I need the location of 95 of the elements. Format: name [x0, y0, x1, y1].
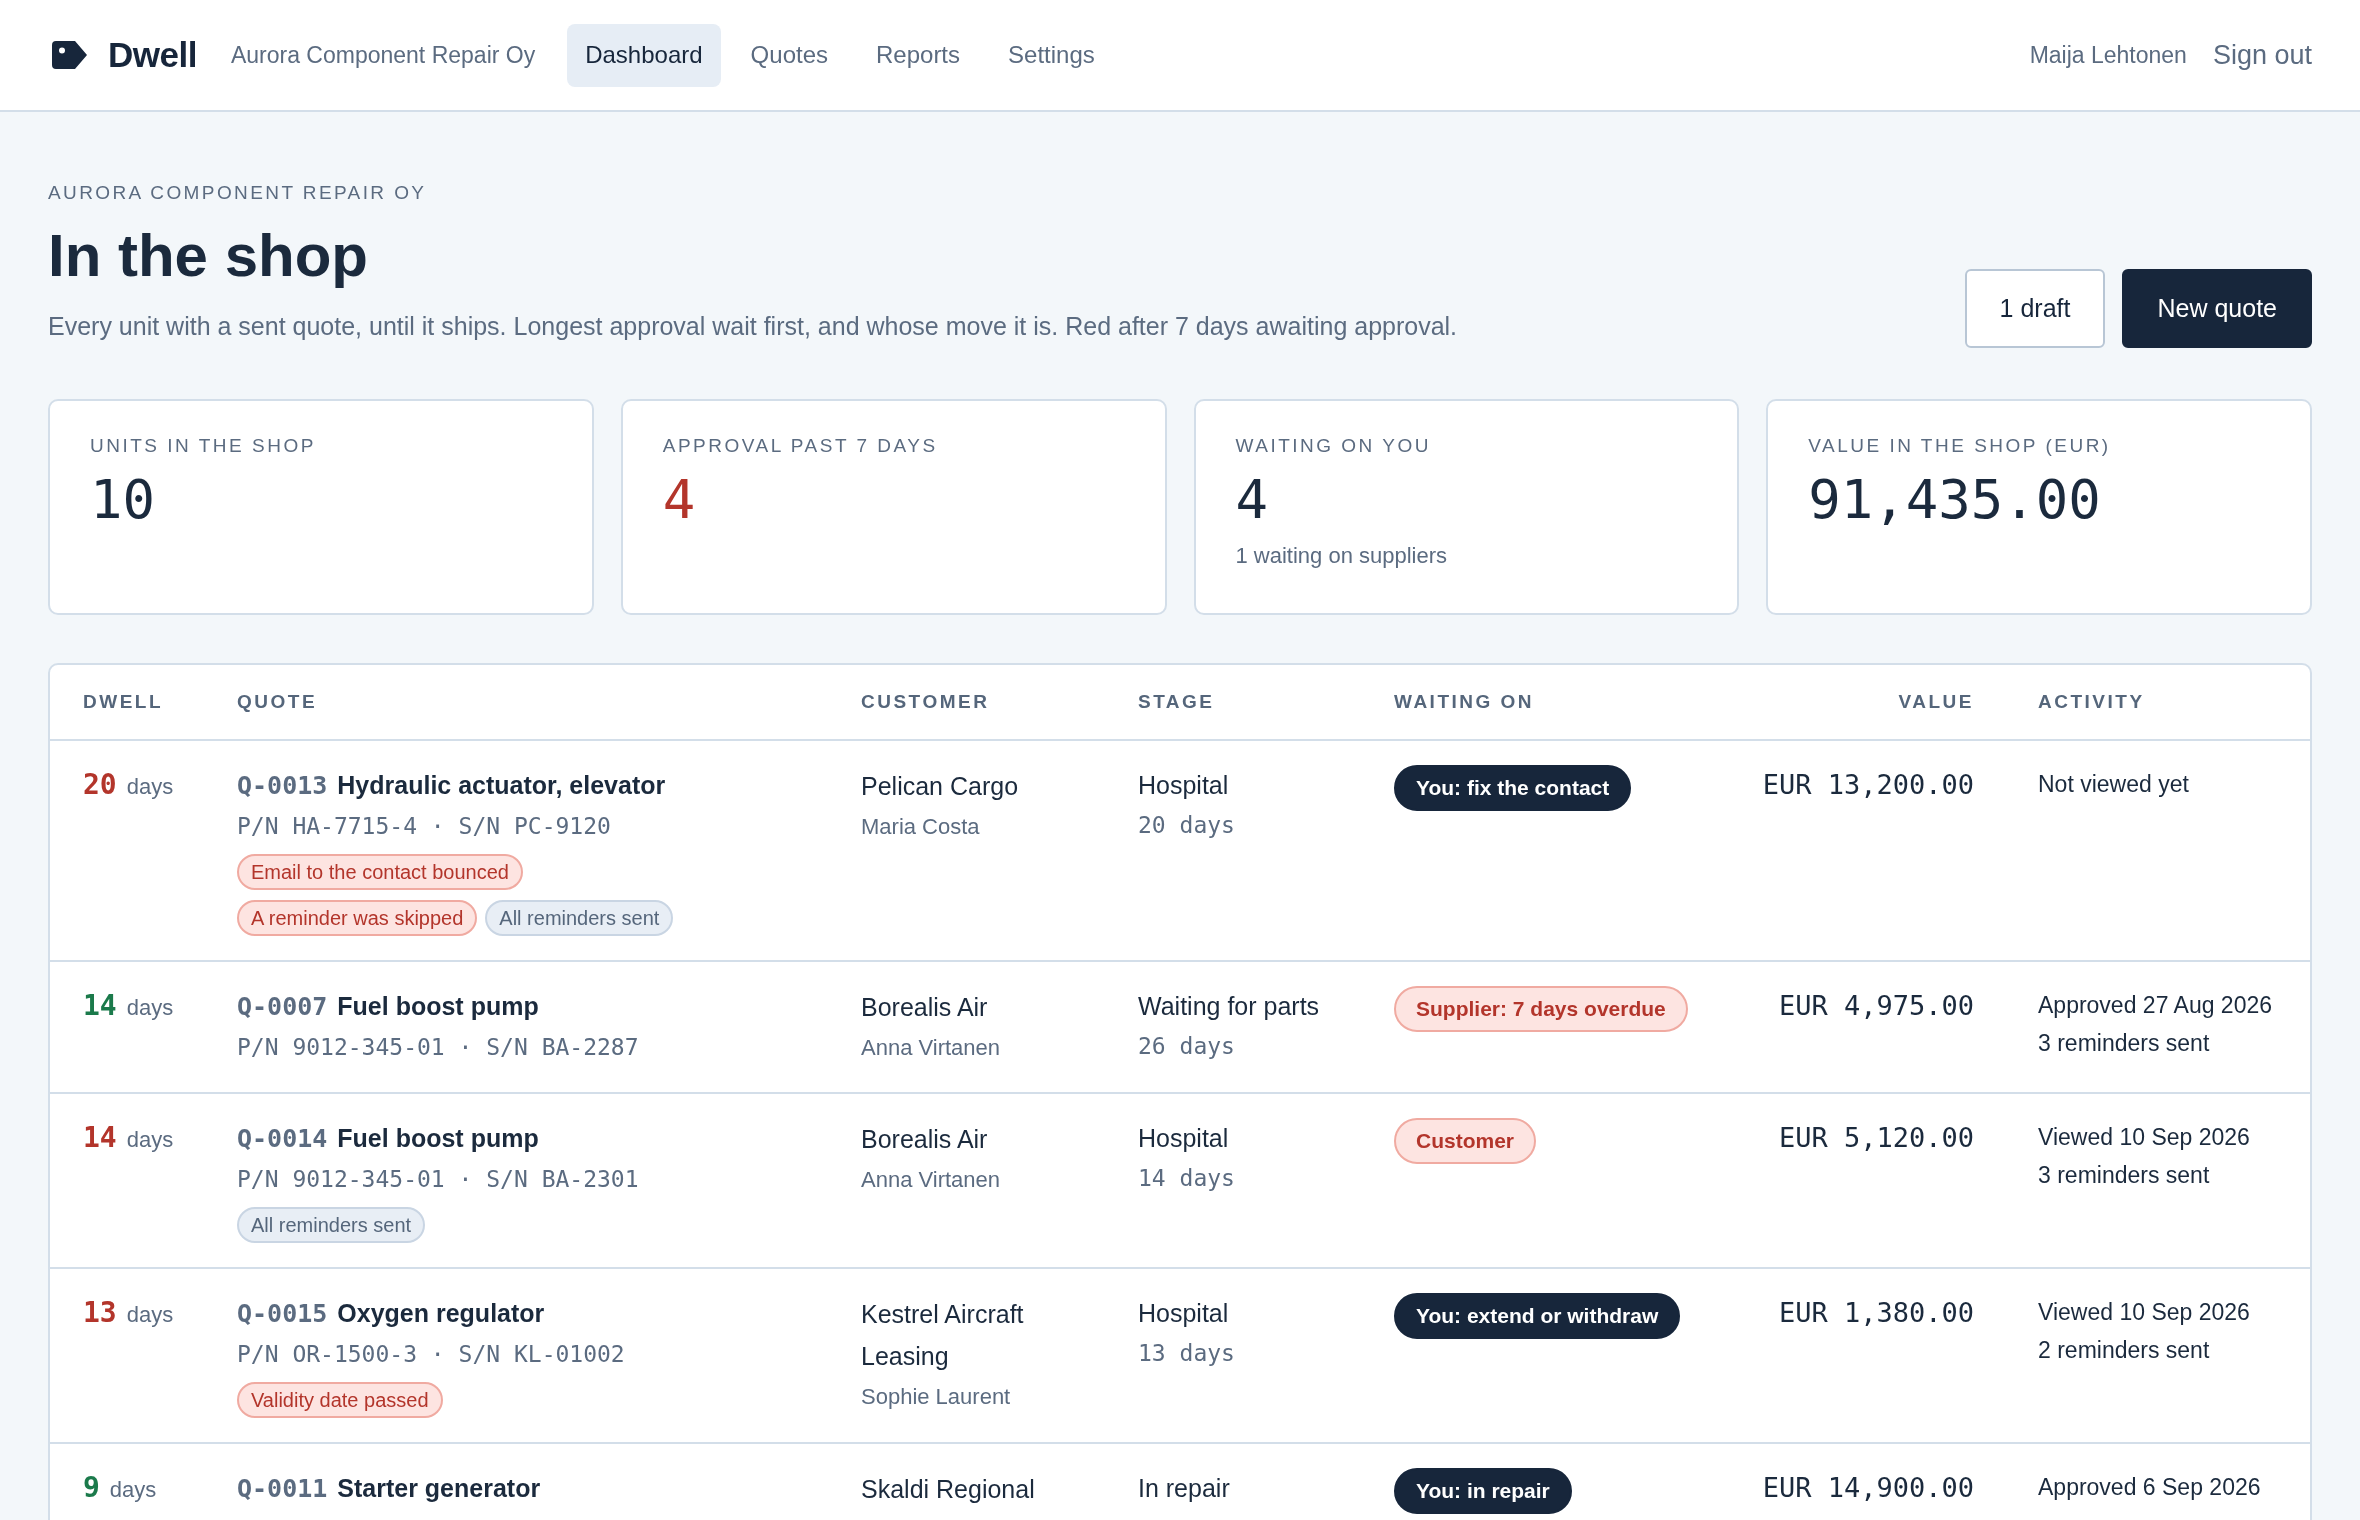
stage-duration: 14 days: [1138, 1164, 1236, 1193]
waiting-on-tag: You: in repair: [1394, 1468, 1572, 1514]
quote-value: EUR 4,975.00: [1778, 989, 1974, 1023]
nav-tab[interactable]: Dashboard: [567, 23, 721, 87]
flag-tag: A reminder was skipped: [237, 900, 478, 936]
page-description: Every unit with a sent quote, until it ships. Longest approval wait first, and whose move it is. Red after 7 days awaiting approval.: [48, 311, 1458, 341]
stage-name: Hospital: [1138, 1298, 1230, 1329]
waiting-on-tag: You: extend or withdraw: [1394, 1293, 1681, 1339]
dwell-days: 9: [83, 1468, 100, 1508]
new-quote-button[interactable]: New quote: [2122, 269, 2312, 348]
sign-out-link[interactable]: Sign out: [2212, 39, 2312, 71]
waiting-on-tag: You: fix the contact: [1394, 765, 1632, 811]
activity-text: Viewed 10 Sep 2026: [2038, 1298, 2251, 1327]
activity-text: 3 reminders sent: [2038, 1161, 2211, 1190]
activity-text: Approved 27 Aug 2026: [2038, 991, 2274, 1020]
serial-numbers: P/N HA-7715-4 · S/N PC-9120: [237, 812, 612, 841]
stat-value: 4: [662, 469, 697, 531]
flag-tag: Email to the contact bounced: [237, 854, 523, 890]
customer-name: Borealis Air: [861, 992, 989, 1023]
dwell-days: 14: [83, 1118, 117, 1158]
flag-tag: All reminders sent: [485, 900, 674, 936]
stage-duration: 26 days: [1138, 1032, 1236, 1061]
brand-name: Dwell: [108, 35, 197, 75]
quote-id: Q-0013: [237, 770, 328, 802]
stage-name: In repair: [1138, 1473, 1231, 1504]
stat-label: WAITING ON YOU: [1235, 435, 1432, 457]
user-name: Maija Lehtonen: [2029, 41, 2187, 69]
contact-name: Sophie Laurent: [861, 1383, 1012, 1411]
dwell-days: 13: [83, 1293, 117, 1333]
column-header: ACTIVITY: [2038, 691, 2145, 712]
stat-label: UNITS IN THE SHOP: [90, 435, 317, 457]
stage-name: Waiting for parts: [1138, 991, 1321, 1022]
dwell-days: 20: [83, 765, 117, 805]
stat-note: 1 waiting on suppliers: [1235, 543, 1449, 569]
quote-value: EUR 14,900.00: [1762, 1471, 1974, 1505]
serial-numbers: P/N 9012-345-01 · S/N BA-2287: [237, 1033, 640, 1062]
column-header: WAITING ON: [1394, 691, 1535, 712]
stage-duration: 20 days: [1138, 811, 1236, 840]
page-title: In the shop: [48, 223, 369, 289]
serial-numbers: P/N 9012-345-01 · S/N BA-2301: [237, 1165, 640, 1194]
quote-id: Q-0007: [237, 991, 328, 1023]
stage-name: Hospital: [1138, 1123, 1230, 1154]
quote-id: Q-0014: [237, 1123, 328, 1155]
quote-item: Starter generator: [337, 1473, 541, 1504]
nav-tab[interactable]: Quotes: [732, 23, 846, 87]
activity-text: 3 reminders sent: [2038, 1029, 2211, 1058]
flag-tag: All reminders sent: [237, 1207, 426, 1243]
quote-item: Fuel boost pump: [337, 1123, 539, 1154]
stat-value: 91,435.00: [1808, 469, 2102, 531]
contact-name: Anna Virtanen: [861, 1166, 1002, 1194]
column-header: VALUE: [1898, 691, 1974, 712]
page-eyebrow: AURORA COMPONENT REPAIR OY: [48, 182, 428, 204]
customer-name: Borealis Air: [861, 1124, 989, 1155]
stage-duration: 13 days: [1138, 1339, 1236, 1368]
quote-item: Fuel boost pump: [337, 991, 539, 1022]
tag-icon: [52, 41, 88, 69]
flag-tag: Validity date passed: [237, 1382, 443, 1418]
quote-id: Q-0015: [237, 1298, 328, 1330]
column-header: CUSTOMER: [861, 691, 990, 712]
dwell-unit: days: [126, 994, 174, 1022]
nav-tab[interactable]: Settings: [990, 23, 1113, 87]
nav-tab[interactable]: Reports: [858, 23, 979, 87]
waiting-on-tag: Customer: [1394, 1118, 1537, 1164]
quote-value: EUR 1,380.00: [1778, 1296, 1974, 1330]
waiting-on-tag: Supplier: 7 days overdue: [1394, 986, 1688, 1032]
activity-text: Viewed 10 Sep 2026: [2038, 1123, 2251, 1152]
activity-text: Approved 6 Sep 2026: [2038, 1473, 2262, 1502]
contact-name: Anna Virtanen: [861, 1034, 1002, 1062]
dwell-unit: days: [126, 1126, 174, 1154]
drafts-button[interactable]: 1 draft: [1964, 269, 2106, 348]
stage-name: Hospital: [1138, 770, 1230, 801]
stat-value: 4: [1235, 469, 1269, 531]
quote-item: Oxygen regulator: [337, 1298, 545, 1329]
quote-id: Q-0011: [237, 1473, 328, 1505]
dwell-unit: days: [126, 1301, 174, 1329]
column-header: QUOTE: [237, 691, 318, 712]
stat-value: 10: [90, 469, 157, 531]
dwell-days: 14: [83, 986, 117, 1026]
contact-name: Maria Costa: [861, 813, 981, 841]
column-header: STAGE: [1138, 691, 1215, 712]
column-header: DWELL: [83, 691, 164, 712]
quote-item: Hydraulic actuator, elevator: [337, 770, 666, 801]
company-name: Aurora Component Repair Oy: [230, 41, 536, 69]
quote-value: EUR 5,120.00: [1778, 1121, 1974, 1155]
activity-text: Not viewed yet: [2038, 770, 2190, 799]
dwell-unit: days: [109, 1476, 157, 1504]
stat-label: VALUE IN THE SHOP (EUR): [1808, 435, 2112, 457]
customer-name: Pelican Cargo: [861, 771, 1020, 802]
quote-value: EUR 13,200.00: [1762, 768, 1974, 802]
customer-name: Kestrel Aircraft Leasing: [861, 1299, 1025, 1372]
stat-label: APPROVAL PAST 7 DAYS: [662, 435, 939, 457]
serial-numbers: P/N OR-1500-3 · S/N KL-01002: [237, 1340, 626, 1369]
activity-text: 2 reminders sent: [2038, 1336, 2211, 1365]
customer-name: Skaldi Regional: [861, 1474, 1036, 1505]
dwell-unit: days: [126, 773, 174, 801]
